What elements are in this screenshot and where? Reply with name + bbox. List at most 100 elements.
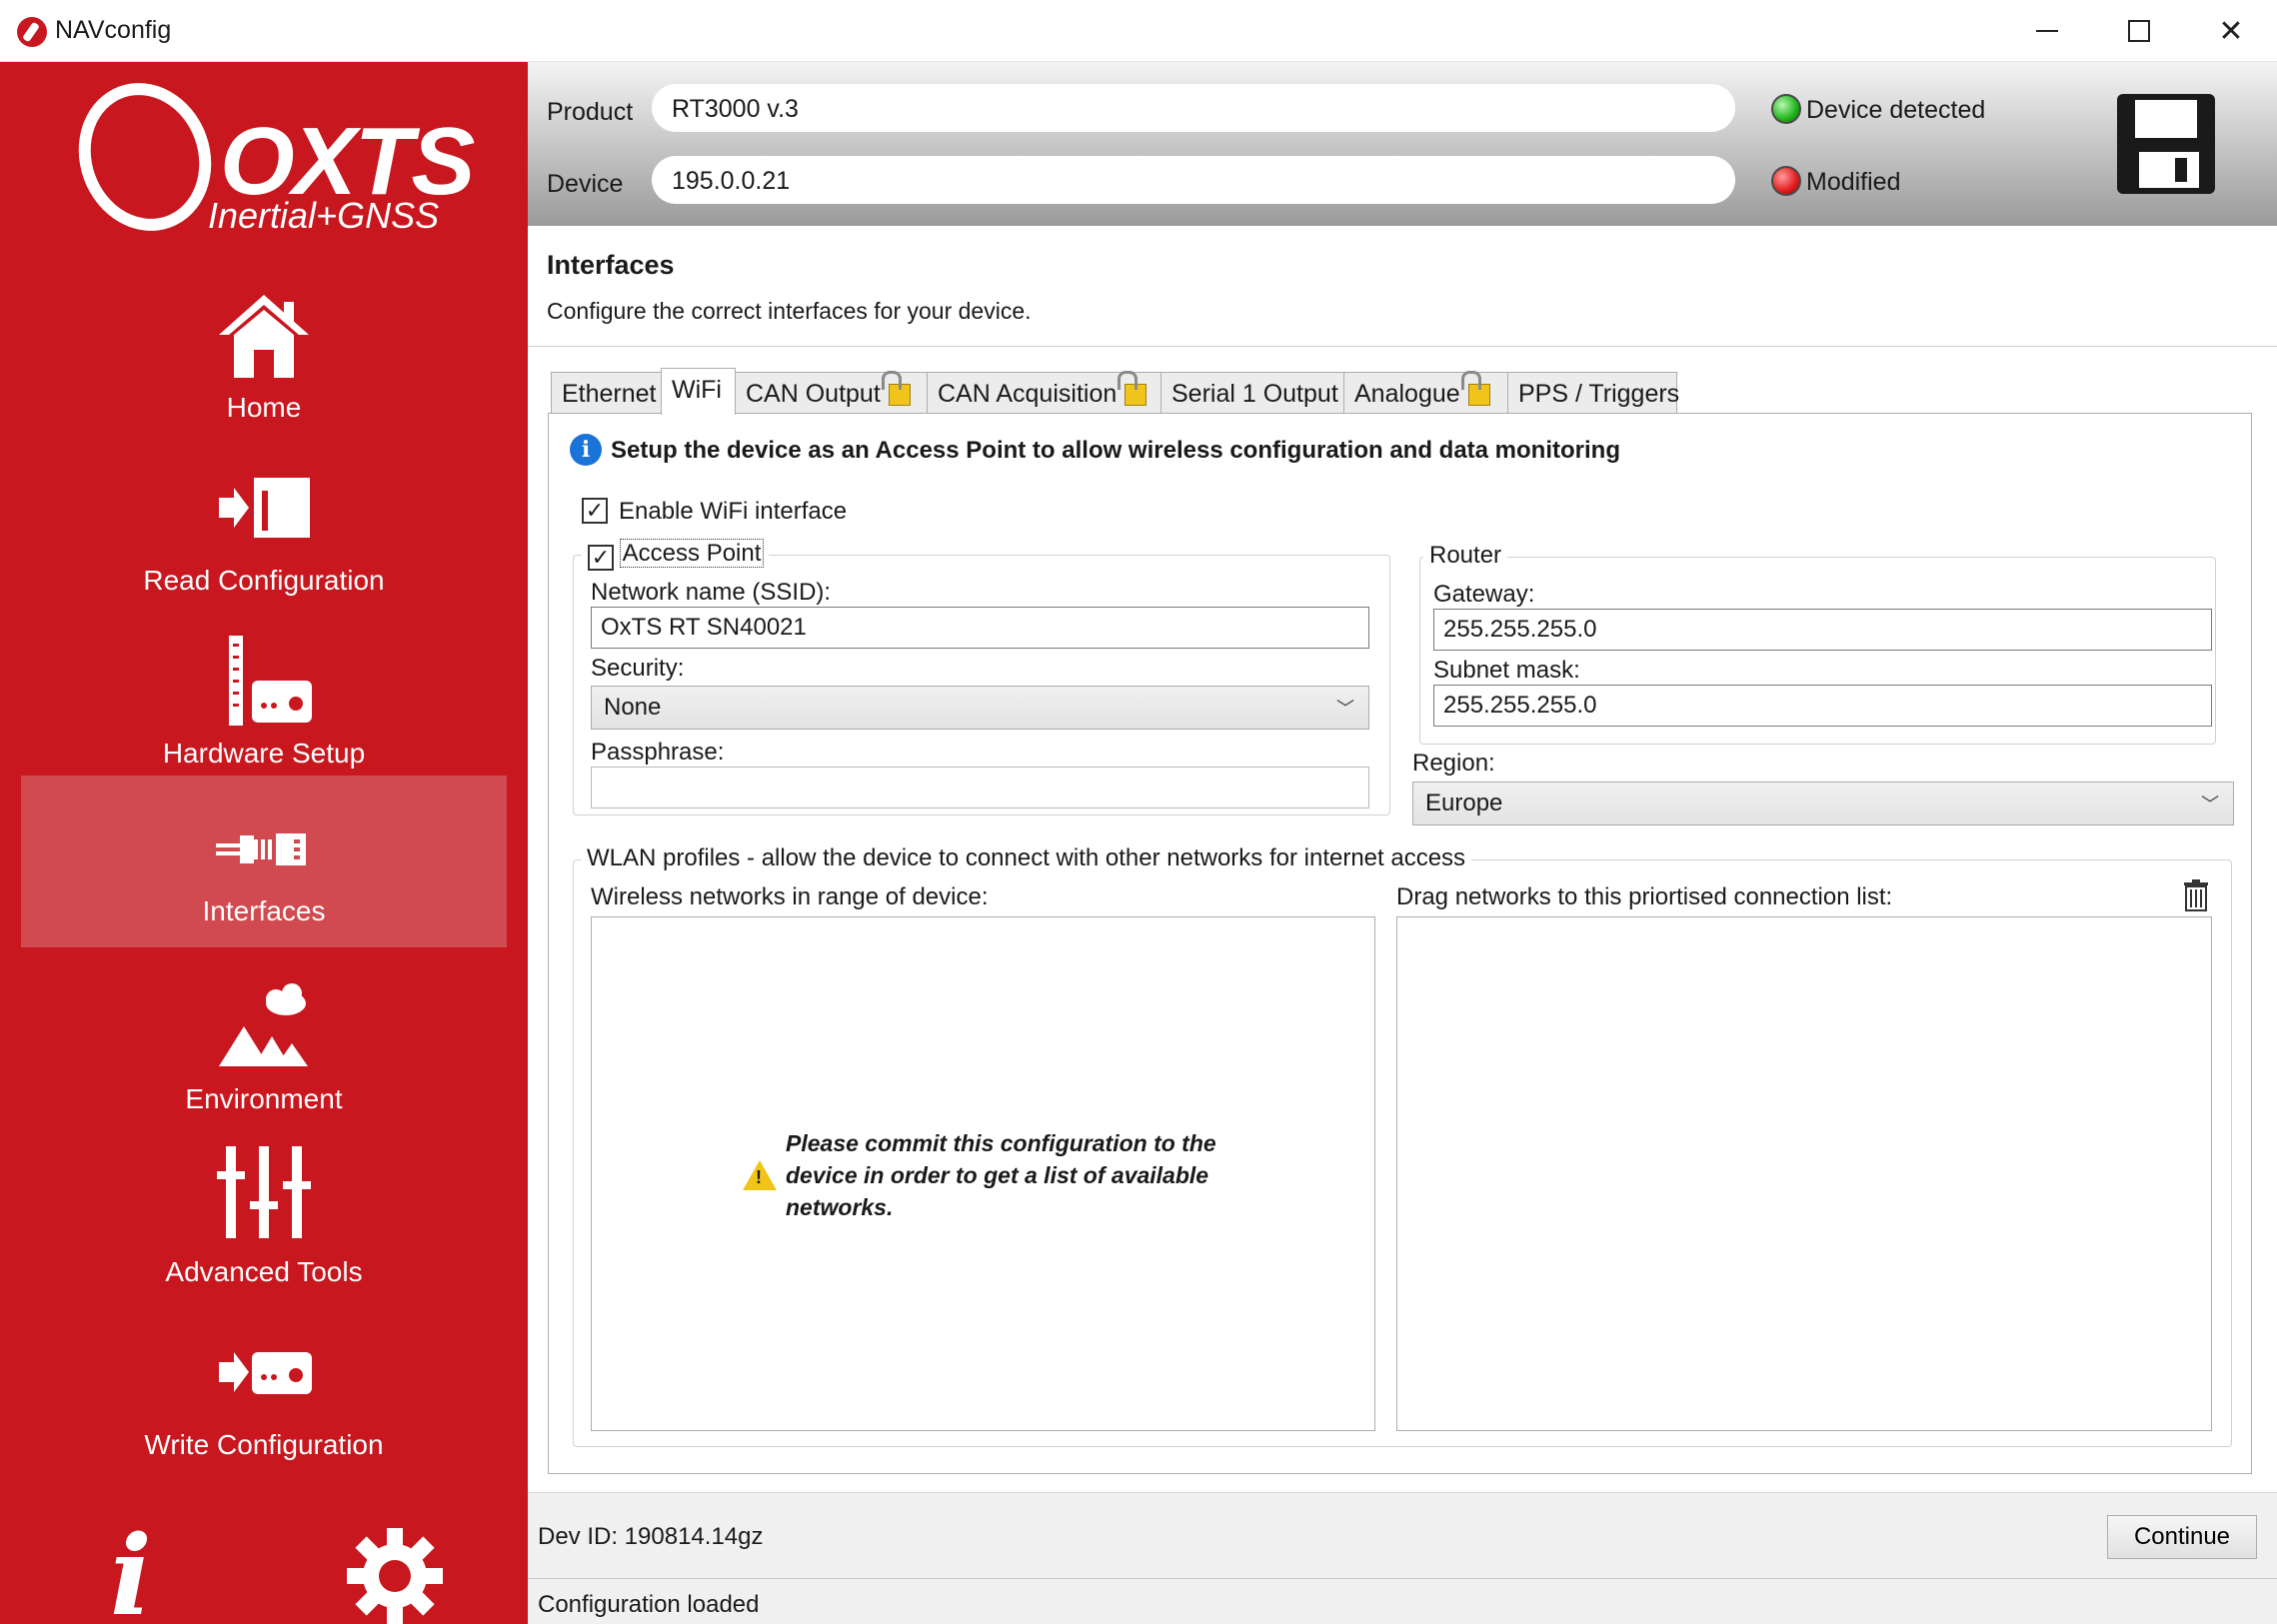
sidebar-item-write-configuration[interactable]: Write Configuration bbox=[21, 1309, 507, 1481]
window-title: NAVconfig bbox=[55, 16, 172, 44]
priority-connection-list[interactable] bbox=[1396, 916, 2212, 1431]
tab-can-output[interactable]: CAN Output bbox=[735, 371, 928, 414]
sidebar-item-label: Read Configuration bbox=[143, 565, 385, 596]
sliders-icon bbox=[217, 1146, 311, 1238]
oxts-logo: OXTS Inertial+GNSS bbox=[58, 64, 480, 250]
gear-icon[interactable] bbox=[345, 1526, 445, 1624]
sidebar-item-interfaces[interactable]: Interfaces bbox=[21, 776, 507, 947]
gateway-input[interactable]: 255.255.255.0 bbox=[1433, 609, 2212, 651]
device-detected-status: Device detected bbox=[1806, 96, 1986, 124]
save-icon-label bbox=[2139, 152, 2199, 188]
enable-wifi-checkbox[interactable]: ✓ bbox=[582, 498, 608, 524]
wifi-info-text: Setup the device as an Access Point to a… bbox=[611, 437, 1620, 464]
warning-icon: ! bbox=[743, 1160, 777, 1190]
logo-ring bbox=[58, 64, 232, 250]
minimize-button[interactable] bbox=[2001, 0, 2093, 62]
sidebar-item-advanced-tools[interactable]: Advanced Tools bbox=[21, 1136, 507, 1308]
wlan-profiles-legend: WLAN profiles - allow the device to conn… bbox=[581, 844, 1472, 872]
save-icon[interactable] bbox=[2117, 94, 2215, 194]
tab-label: CAN Output bbox=[746, 380, 881, 408]
tab-ethernet[interactable]: Ethernet bbox=[551, 372, 662, 414]
sidebar-item-label: Hardware Setup bbox=[162, 738, 366, 769]
lock-icon bbox=[881, 371, 911, 406]
device-detected-led-icon bbox=[1771, 94, 1801, 124]
home-icon bbox=[219, 295, 309, 378]
minimize-icon bbox=[2036, 30, 2058, 32]
passphrase-label: Passphrase: bbox=[591, 739, 725, 766]
save-icon-shutter bbox=[2135, 100, 2197, 138]
enable-wifi-label: Enable WiFi interface bbox=[619, 498, 848, 525]
chevron-down-icon: ﹀ bbox=[2201, 795, 2219, 814]
continue-button[interactable]: Continue bbox=[2107, 1515, 2257, 1559]
device-header: Product RT3000 v.3 Device 195.0.0.21 Dev… bbox=[528, 62, 2277, 226]
write-config-icon bbox=[219, 1352, 312, 1394]
sidebar-item-label: Environment bbox=[185, 1083, 343, 1114]
close-button[interactable]: ✕ bbox=[2185, 0, 2277, 62]
region-select[interactable]: Europe ﹀ bbox=[1412, 782, 2234, 825]
modified-led-icon bbox=[1771, 166, 1801, 196]
sidebar-item-hardware-setup[interactable]: Hardware Setup bbox=[21, 618, 507, 790]
read-config-icon bbox=[219, 478, 310, 538]
tab-wifi[interactable]: WiFi bbox=[661, 368, 736, 415]
ssid-label: Network name (SSID): bbox=[591, 579, 832, 606]
status-bar: Configuration loaded bbox=[528, 1578, 2277, 1624]
tab-can-acquisition[interactable]: CAN Acquisition bbox=[927, 371, 1161, 414]
tab-analogue[interactable]: Analogue bbox=[1343, 371, 1508, 414]
sidebar-item-label: Advanced Tools bbox=[165, 1256, 363, 1287]
access-point-checkbox[interactable]: ✓ bbox=[588, 545, 614, 571]
chevron-down-icon: ﹀ bbox=[1336, 699, 1354, 719]
router-legend: Router bbox=[1423, 542, 1508, 570]
sidebar-item-read-configuration[interactable]: Read Configuration bbox=[21, 445, 507, 617]
tab-label: Analogue bbox=[1354, 380, 1460, 408]
interfaces-icon bbox=[216, 833, 306, 865]
subnet-mask-input[interactable]: 255.255.255.0 bbox=[1433, 685, 2212, 727]
info-circle-icon: i bbox=[570, 434, 602, 466]
region-label: Region: bbox=[1412, 750, 1495, 777]
info-icon[interactable]: i bbox=[110, 1511, 152, 1624]
device-field[interactable]: 195.0.0.21 bbox=[652, 156, 1735, 204]
tab-label: WiFi bbox=[672, 376, 722, 404]
divider bbox=[528, 346, 2277, 347]
sidebar-footer: i bbox=[0, 1491, 528, 1624]
sidebar-item-home[interactable]: Home bbox=[21, 272, 507, 444]
sidebar-item-environment[interactable]: Environment bbox=[21, 963, 507, 1135]
tab-serial-1-output[interactable]: Serial 1 Output bbox=[1160, 372, 1344, 414]
tab-pps-triggers[interactable]: PPS / Triggers bbox=[1507, 372, 1679, 414]
trash-icon[interactable] bbox=[2182, 879, 2210, 911]
tab-label: Serial 1 Output bbox=[1171, 380, 1338, 408]
security-label: Security: bbox=[591, 655, 685, 682]
hardware-icon bbox=[229, 636, 312, 726]
sidebar-item-label: Write Configuration bbox=[144, 1429, 384, 1460]
access-point-legend: ✓ Access Point bbox=[582, 539, 770, 571]
in-range-label: Wireless networks in range of device: bbox=[591, 883, 989, 910]
security-select[interactable]: None ﹀ bbox=[591, 686, 1369, 730]
passphrase-input[interactable] bbox=[591, 767, 1369, 809]
footer-bar: Dev ID: 190814.14gz Continue bbox=[528, 1492, 2277, 1578]
ssid-input[interactable]: OxTS RT SN40021 bbox=[591, 607, 1369, 649]
sidebar: OXTS Inertial+GNSS Home Read Configurati… bbox=[0, 62, 528, 1624]
app-icon bbox=[17, 17, 47, 47]
sidebar-item-label: Interfaces bbox=[202, 895, 326, 926]
access-point-label: Access Point bbox=[619, 539, 765, 568]
navconfig-window: NAVconfig ✕ OXTS Inertial+GNSS Home Read… bbox=[0, 0, 2277, 1624]
modified-status: Modified bbox=[1806, 168, 1901, 196]
logo-tagline: Inertial+GNSS bbox=[208, 195, 440, 236]
security-value: None bbox=[604, 694, 662, 721]
maximize-icon bbox=[2128, 20, 2150, 42]
priority-list-label: Drag networks to this priortised connect… bbox=[1396, 883, 1893, 910]
product-label: Product bbox=[547, 98, 634, 126]
device-label: Device bbox=[547, 170, 624, 198]
maximize-button[interactable] bbox=[2093, 0, 2185, 62]
status-text: Configuration loaded bbox=[538, 1591, 760, 1618]
tab-label: CAN Acquisition bbox=[938, 380, 1118, 408]
lock-icon bbox=[1460, 371, 1490, 406]
tab-label: Ethernet bbox=[562, 380, 657, 408]
commit-warning-text: Please commit this configuration to the … bbox=[786, 1130, 1216, 1220]
sidebar-item-label: Home bbox=[226, 392, 302, 423]
page-description: Configure the correct interfaces for you… bbox=[547, 298, 1032, 324]
dev-id: Dev ID: 190814.14gz bbox=[538, 1523, 764, 1550]
subnet-mask-label: Subnet mask: bbox=[1433, 657, 1580, 684]
page-title: Interfaces bbox=[547, 250, 675, 280]
product-field: RT3000 v.3 bbox=[652, 84, 1735, 132]
region-value: Europe bbox=[1425, 790, 1503, 816]
